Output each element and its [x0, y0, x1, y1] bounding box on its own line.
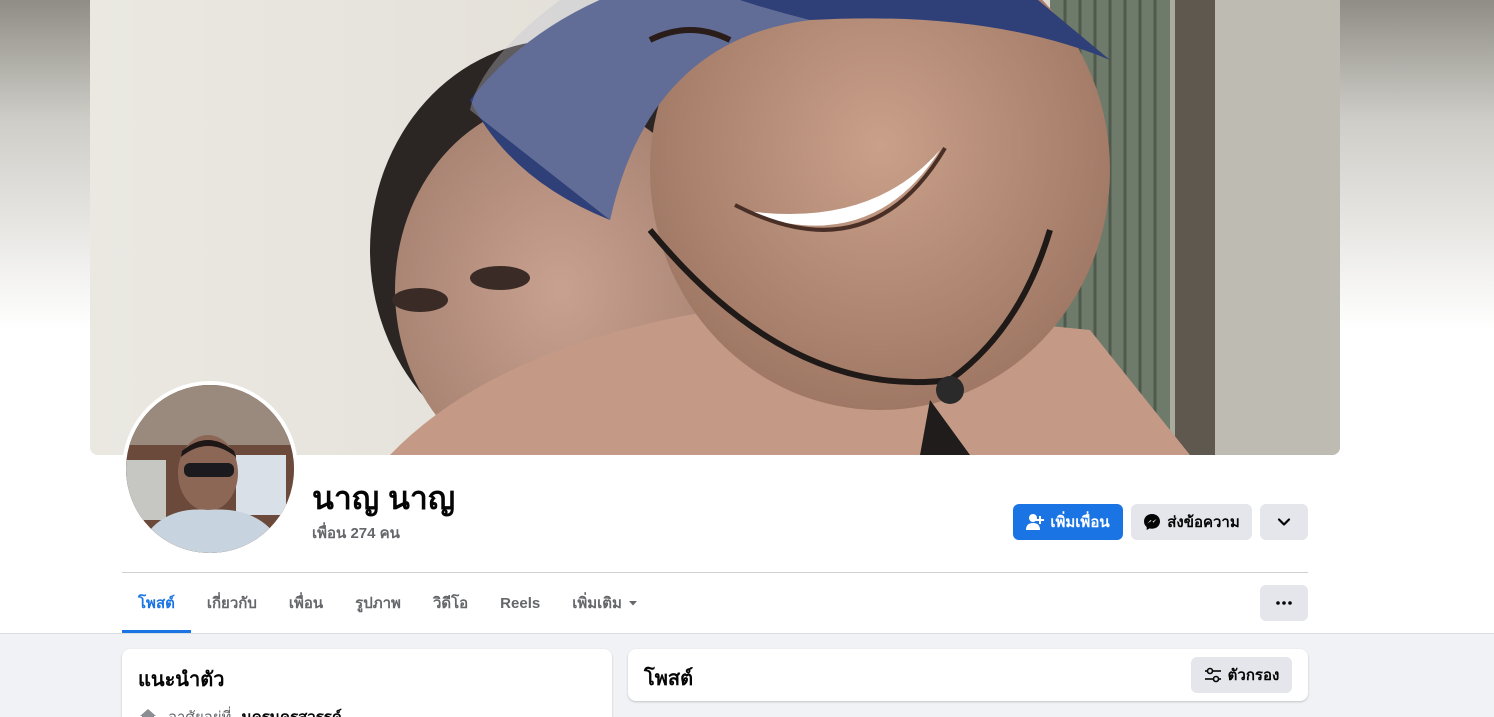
tab-label: เพิ่มเติม — [572, 595, 622, 612]
tabs-shadow — [0, 633, 1494, 634]
tab-reels[interactable]: Reels — [484, 573, 556, 633]
messenger-icon — [1144, 514, 1161, 530]
avatar-image — [126, 385, 294, 553]
home-icon — [140, 709, 156, 717]
lives-in-place[interactable]: นครนครสวรรค์ — [241, 705, 341, 717]
add-friend-button[interactable]: เพิ่มเพื่อน — [1013, 504, 1123, 540]
chevron-down-icon — [1277, 518, 1291, 526]
profile-menu-button[interactable] — [1260, 504, 1308, 540]
tab-about[interactable]: เกี่ยวกับ — [191, 573, 273, 633]
caret-down-icon — [628, 601, 637, 606]
tab-friends[interactable]: เพื่อน — [273, 573, 339, 633]
cover-photo-image — [90, 0, 1340, 455]
intro-card: แนะนำตัว อาศัยอยู่ที่ นครนครสวรรค์ — [122, 649, 612, 717]
message-button[interactable]: ส่งข้อความ — [1131, 504, 1252, 540]
add-friend-icon — [1026, 514, 1045, 530]
tab-videos[interactable]: วิดีโอ — [417, 573, 484, 633]
profile-name: นาญ นาญ — [312, 480, 456, 516]
avatar — [126, 385, 294, 553]
tab-label: โพสต์ — [138, 595, 175, 612]
tab-label: รูปภาพ — [355, 595, 401, 612]
tab-label: Reels — [500, 594, 541, 612]
profile-picture[interactable] — [122, 381, 298, 557]
tab-label: เกี่ยวกับ — [206, 595, 257, 612]
add-friend-label: เพิ่มเพื่อน — [1050, 514, 1110, 531]
posts-title: โพสต์ — [644, 668, 694, 690]
tab-posts[interactable]: โพสต์ — [122, 573, 191, 633]
ellipsis-icon — [1276, 601, 1292, 605]
message-label: ส่งข้อความ — [1167, 514, 1240, 531]
filter-icon — [1204, 667, 1221, 683]
intro-title: แนะนำตัว — [138, 669, 225, 691]
profile-tabs: โพสต์ เกี่ยวกับ เพื่อน รูปภาพ วิดีโอ Ree… — [122, 573, 654, 633]
tab-photos[interactable]: รูปภาพ — [339, 573, 417, 633]
tab-label: วิดีโอ — [432, 595, 469, 612]
filter-button[interactable]: ตัวกรอง — [1191, 657, 1292, 693]
tab-label: เพื่อน — [288, 595, 324, 612]
tabs-more-options-button[interactable] — [1260, 585, 1308, 621]
lives-in-row: อาศัยอยู่ที่ นครนครสวรรค์ — [138, 705, 342, 717]
cover-photo[interactable] — [90, 0, 1340, 455]
tab-more[interactable]: เพิ่มเติม — [556, 573, 654, 633]
lives-in-prefix: อาศัยอยู่ที่ — [168, 705, 231, 717]
friends-count[interactable]: เพื่อน 274 คน — [312, 521, 400, 545]
filter-label: ตัวกรอง — [1227, 667, 1280, 684]
